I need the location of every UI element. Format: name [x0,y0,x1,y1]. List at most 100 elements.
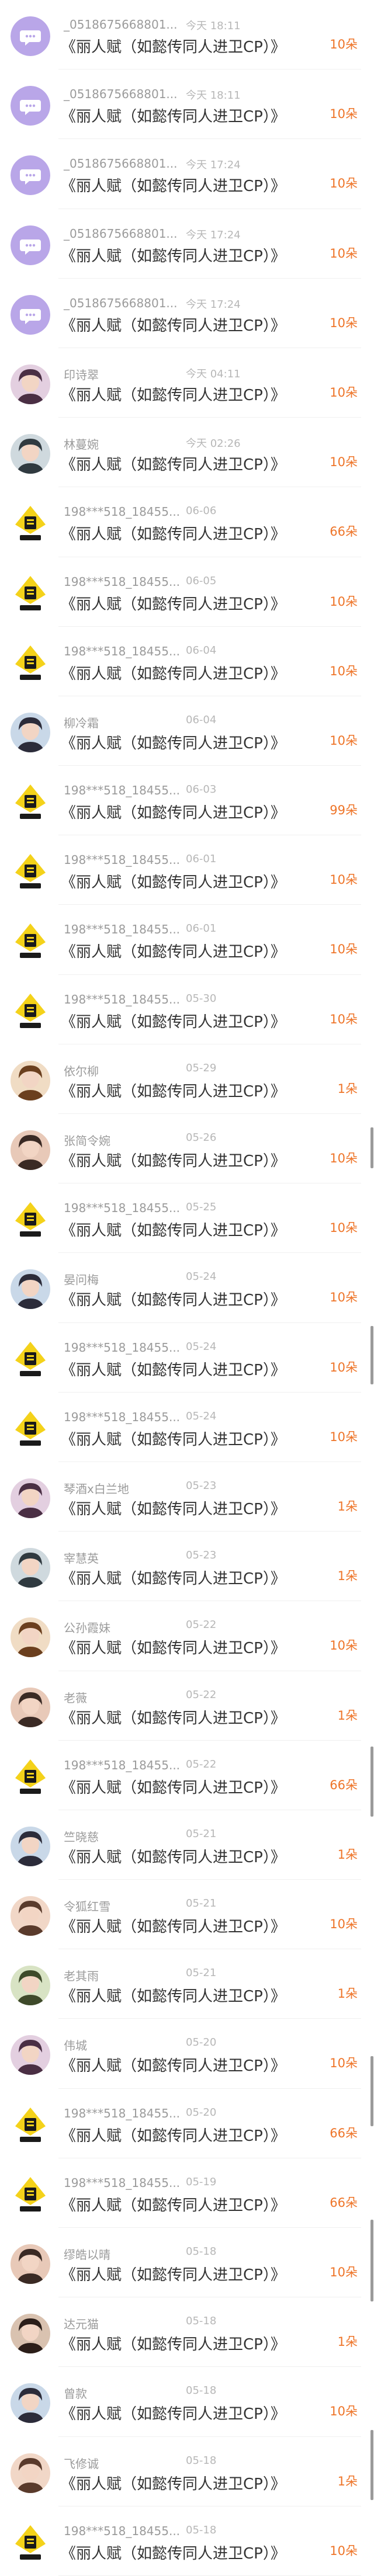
list-item[interactable]: _0518675668801... 今天 17:24 《丽人赋（如懿传同人进卫CP）… [0,279,374,349]
scrollbar-thumb[interactable] [370,1747,373,1817]
reader-badge-avatar-icon[interactable] [11,1200,50,1240]
avatar[interactable] [11,1617,50,1658]
list-item[interactable]: 伟城 05-20 《丽人赋（如懿传同人进卫CP）》 10朵 [0,2019,374,2089]
reader-badge-avatar-icon[interactable] [11,1339,50,1379]
reader-badge-avatar-icon[interactable] [11,921,50,961]
scrollbar-thumb[interactable] [370,2430,373,2500]
reader-badge-avatar-icon[interactable] [11,1408,50,1449]
timestamp: 05-23 [186,1479,217,1492]
avatar[interactable] [11,1966,50,2006]
list-item[interactable]: _0518675668801... 今天 18:11 《丽人赋（如懿传同人进卫CP）… [0,0,374,70]
avatar[interactable] [11,2383,50,2424]
user-name: 宰慧英 [64,1551,99,1566]
list-item[interactable]: 198***518_18455... 05-22 《丽人赋（如懿传同人进卫CP）》 6… [0,1741,374,1811]
list-item[interactable]: 198***518_18455... 06-06 《丽人赋（如懿传同人进卫CP）》 6… [0,487,374,557]
reader-badge-avatar-icon[interactable] [11,573,50,613]
avatar[interactable] [11,1896,50,1936]
list-item[interactable]: 198***518_18455... 05-18 《丽人赋（如懿传同人进卫CP）》 1… [0,2506,374,2576]
list-item[interactable]: 198***518_18455... 06-04 《丽人赋（如懿传同人进卫CP）》 1… [0,627,374,697]
scrollbar-thumb[interactable] [370,1326,373,1384]
reader-badge-avatar-icon[interactable] [11,2105,50,2145]
list-item[interactable]: 依尔柳 05-29 《丽人赋（如懿传同人进卫CP）》 1朵 [0,1044,374,1115]
list-item[interactable]: 198***518_18455... 05-24 《丽人赋（如懿传同人进卫CP）》 1… [0,1393,374,1463]
user-name: 198***518_18455... [64,2175,181,2190]
avatar[interactable] [11,712,50,752]
timestamp: 今天 18:11 [186,20,241,32]
reader-badge-avatar-icon[interactable] [11,991,50,1031]
book-title: 《丽人赋（如懿传同人进卫CP）》 [61,1082,286,1100]
list-item[interactable]: 琴酒x白兰地 05-23 《丽人赋（如懿传同人进卫CP）》 1朵 [0,1462,374,1532]
list-item[interactable]: 柳冷霜 06-04 《丽人赋（如懿传同人进卫CP）》 10朵 [0,696,374,766]
avatar[interactable] [11,1269,50,1310]
avatar[interactable] [11,2314,50,2354]
list-item[interactable]: 198***518_18455... 06-05 《丽人赋（如懿传同人进卫CP）》 1… [0,557,374,627]
avatar[interactable] [11,1826,50,1866]
list-item[interactable]: _0518675668801... 今天 17:24 《丽人赋（如懿传同人进卫CP）… [0,209,374,279]
list-item[interactable]: 晏问梅 05-24 《丽人赋（如懿传同人进卫CP）》 10朵 [0,1253,374,1323]
list-item[interactable]: 印诗翠 今天 04:11 《丽人赋（如懿传同人进卫CP）》 10朵 [0,348,374,418]
list-item[interactable]: 198***518_18455... 06-01 《丽人赋（如懿传同人进卫CP）》 1… [0,835,374,905]
user-name: 198***518_18455... [64,992,181,1006]
list-item[interactable]: 198***518_18455... 05-25 《丽人赋（如懿传同人进卫CP）》 1… [0,1183,374,1254]
scrollbar-thumb[interactable] [370,2220,373,2301]
list-item[interactable]: 缪皓以晴 05-18 《丽人赋（如懿传同人进卫CP）》 10朵 [0,2228,374,2298]
user-name: 印诗翠 [64,367,99,382]
list-item[interactable]: 宰慧英 05-23 《丽人赋（如懿传同人进卫CP）》 1朵 [0,1532,374,1602]
scrollbar-thumb[interactable] [370,1127,373,1168]
avatar[interactable] [11,2453,50,2493]
reader-badge-avatar-icon[interactable] [11,2522,50,2563]
chat-bubble-avatar-icon[interactable] [11,155,50,196]
list-item[interactable]: 张简令婉 05-26 《丽人赋（如懿传同人进卫CP）》 10朵 [0,1114,374,1184]
avatar[interactable] [11,2244,50,2284]
list-item[interactable]: _0518675668801... 今天 18:11 《丽人赋（如懿传同人进卫CP）… [0,70,374,140]
avatar[interactable] [11,364,50,404]
list-item[interactable]: _0518675668801... 今天 17:24 《丽人赋（如懿传同人进卫CP）… [0,139,374,209]
avatar[interactable] [11,1478,50,1518]
list-item[interactable]: 老其雨 05-21 《丽人赋（如懿传同人进卫CP）》 1朵 [0,1949,374,2019]
list-item[interactable]: 198***518_18455... 05-20 《丽人赋（如懿传同人进卫CP）》 6… [0,2089,374,2159]
flower-count: 1朵 [337,2335,358,2349]
reader-badge-avatar-icon[interactable] [11,2174,50,2214]
reader-badge-avatar-icon[interactable] [11,504,50,544]
flower-count: 10朵 [330,1917,358,1932]
chat-bubble-avatar-icon[interactable] [11,16,50,56]
reader-badge-avatar-icon[interactable] [11,643,50,683]
list-item[interactable]: 198***518_18455... 05-24 《丽人赋（如懿传同人进卫CP）》 1… [0,1323,374,1393]
user-name: 198***518_18455... [64,1409,181,1424]
scrollbar-thumb[interactable] [370,2056,373,2126]
list-item[interactable]: 198***518_18455... 05-30 《丽人赋（如懿传同人进卫CP）》 1… [0,975,374,1045]
list-item[interactable]: 飞修诚 05-18 《丽人赋（如懿传同人进卫CP）》 1朵 [0,2437,374,2506]
list-item[interactable]: 198***518_18455... 06-01 《丽人赋（如懿传同人进卫CP）》 1… [0,905,374,975]
reader-badge-avatar-icon[interactable] [11,1756,50,1797]
timestamp: 06-05 [186,574,217,587]
list-item[interactable]: 林蔓婉 今天 02:26 《丽人赋（如懿传同人进卫CP）》 10朵 [0,418,374,488]
chat-bubble-avatar-icon[interactable] [11,225,50,265]
avatar[interactable] [11,2035,50,2075]
user-name: 达元猫 [64,2317,99,2332]
list-item[interactable]: 198***518_18455... 06-03 《丽人赋（如懿传同人进卫CP）》 9… [0,766,374,836]
avatar[interactable] [11,1548,50,1588]
flower-count: 10朵 [330,385,358,400]
flower-count: 10朵 [330,1429,358,1444]
book-title: 《丽人赋（如懿传同人进卫CP）》 [61,1152,286,1170]
chat-bubble-avatar-icon[interactable] [11,294,50,335]
reader-badge-avatar-icon[interactable] [11,782,50,822]
list-item[interactable]: 老薇 05-22 《丽人赋（如懿传同人进卫CP）》 1朵 [0,1671,374,1741]
list-item[interactable]: 198***518_18455... 05-19 《丽人赋（如懿传同人进卫CP）》 6… [0,2158,374,2228]
list-item[interactable]: 公孙霞妹 05-22 《丽人赋（如懿传同人进卫CP）》 10朵 [0,1601,374,1671]
list-item[interactable]: 竺晓慈 05-21 《丽人赋（如懿传同人进卫CP）》 1朵 [0,1810,374,1880]
avatar[interactable] [11,1687,50,1727]
avatar[interactable] [11,434,50,474]
book-title: 《丽人赋（如懿传同人进卫CP）》 [61,1640,286,1658]
avatar[interactable] [11,1130,50,1170]
user-name: 琴酒x白兰地 [64,1481,129,1496]
reader-badge-avatar-icon[interactable] [11,852,50,892]
list-item[interactable]: 达元猫 05-18 《丽人赋（如懿传同人进卫CP）》 1朵 [0,2297,374,2367]
list-item[interactable]: 令狐红雪 05-21 《丽人赋（如懿传同人进卫CP）》 10朵 [0,1880,374,1950]
timestamp: 05-18 [186,2454,217,2467]
list-item[interactable]: 曾款 05-18 《丽人赋（如懿传同人进卫CP）》 10朵 [0,2367,374,2437]
timestamp: 06-04 [186,713,217,726]
chat-bubble-avatar-icon[interactable] [11,86,50,126]
flower-count: 66朵 [330,1777,358,1792]
avatar[interactable] [11,1060,50,1100]
